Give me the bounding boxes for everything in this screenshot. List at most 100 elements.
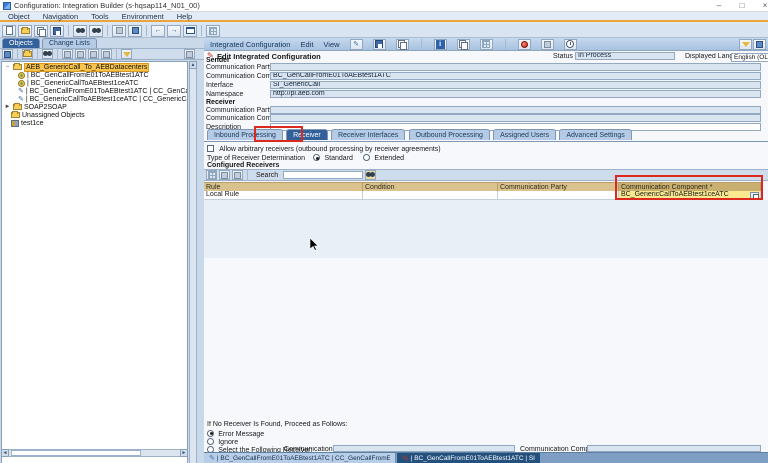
menu-item-environment[interactable]: Environment [122,12,164,21]
receiver-party-field[interactable] [270,106,761,114]
delete-row-button[interactable] [219,170,230,180]
cell-party[interactable] [498,191,619,200]
worklist-button[interactable] [206,25,220,37]
menu-item-view[interactable]: View [323,40,339,49]
menu-item-navigation[interactable]: Navigation [43,12,78,21]
find-button[interactable] [42,49,53,59]
sidebar-vscrollbar[interactable] [189,61,197,463]
sort-desc-button[interactable] [75,49,86,59]
menu-item-tools[interactable]: Tools [91,12,109,21]
scroll-right-button[interactable]: ► [180,449,188,457]
collapse-all-button[interactable] [101,49,112,59]
details-button[interactable]: i [434,39,447,50]
where-used-button[interactable] [480,39,493,50]
tree-folder[interactable]: Unassigned Objects [11,111,85,119]
check-button[interactable] [112,25,126,37]
save-object-button[interactable] [50,25,64,37]
cell-rule[interactable]: Local Rule [204,191,363,200]
activate-button[interactable] [128,25,142,37]
search-button[interactable] [73,25,87,37]
tree-item[interactable]: | BC_GenCallFromE01ToAEBtest1ATC [18,71,149,79]
panel-options-button[interactable] [184,49,195,59]
sort-asc-button[interactable] [62,49,73,59]
tree-item-label[interactable]: | BC_GenCallFromE01ToAEBtest1ATC | CC_Ge… [26,88,188,95]
tab-change-lists[interactable]: Change Lists [42,38,97,48]
sender-interface-field[interactable]: SI_GenericCall [270,81,761,89]
standard-radio[interactable] [313,154,320,161]
tree-root-row[interactable]: − AEB_GenericCall_To_AEBDatacenters [4,63,149,71]
copy-button[interactable] [396,39,409,50]
extended-radio[interactable] [363,154,370,161]
tree-item-label[interactable]: | BC_GenericCallToAEBtest1ceATC [27,80,138,87]
new-object-button[interactable] [2,25,16,37]
scroll-thumb[interactable] [11,450,141,456]
status-button[interactable] [518,39,531,50]
allow-arbitrary-checkbox[interactable] [207,145,214,152]
sender-party-field[interactable] [270,63,761,71]
tree-item[interactable]: ✎ | BC_GenCallFromE01ToAEBtest1ATC | CC_… [18,87,188,95]
navigate-back-button[interactable]: ← [151,25,165,37]
cell-component[interactable]: BC_GenericCallToAEBtest1ceATC [619,191,761,200]
save-button[interactable] [373,39,386,50]
menu-item-object[interactable]: Object [8,12,30,21]
scroll-left-button[interactable]: ◄ [1,449,9,457]
copy-object-button[interactable] [34,25,48,37]
column-header-component[interactable]: Communication Component * [619,182,761,191]
menu-item-edit[interactable]: Edit [300,40,313,49]
navigate-forward-button[interactable]: → [167,25,181,37]
tab-receiver[interactable]: Receiver [286,129,328,140]
search-input[interactable] [283,171,363,179]
language-select[interactable]: English (OL)▼ [731,53,768,62]
collapse-icon[interactable]: − [4,64,11,70]
search-go-button[interactable] [365,170,376,180]
tab-advanced-settings[interactable]: Advanced Settings [559,129,631,140]
column-header-condition[interactable]: Condition [363,182,498,191]
filter-button[interactable] [121,49,132,59]
copy-row-button[interactable] [232,170,243,180]
cell-condition[interactable] [363,191,498,200]
history-button[interactable] [564,39,577,50]
close-panel-button[interactable] [753,39,766,50]
insert-row-button[interactable] [206,170,217,180]
tree-view-menu-button[interactable] [2,49,13,59]
tree-item-label[interactable]: | BC_GenericCallToAEBtest1ceATC | CC_Gen… [26,96,188,103]
tree-folder-label[interactable]: Unassigned Objects [22,112,85,119]
new-window-button[interactable] [183,25,197,37]
taskbar-tab-integrated-configuration[interactable]: ✎ | BC_GenCallFromE01ToAEBtest1ATC | SI_… [397,453,540,463]
sidebar-hscrollbar[interactable] [1,449,188,457]
tab-inbound-processing[interactable]: Inbound Processing [207,129,283,140]
menu-item-integrated-configuration[interactable]: Integrated Configuration [210,40,290,49]
compare-button[interactable] [457,39,470,50]
column-header-party[interactable]: Communication Party [498,182,619,191]
personalize-button[interactable] [739,39,752,50]
new-folder-button[interactable] [22,49,33,59]
tree-folder-label[interactable]: SOAP2SOAP [24,104,67,111]
tab-objects[interactable]: Objects [2,38,40,48]
tab-assigned-users[interactable]: Assigned Users [493,129,556,140]
tree-item[interactable]: | BC_GenericCallToAEBtest1ceATC [18,79,138,87]
scroll-up-button[interactable]: ▲ [189,61,197,69]
footer-component-field[interactable] [587,445,761,452]
tree-item-label[interactable]: test1ce [21,120,44,127]
maximize-button[interactable]: □ [733,0,751,11]
column-header-rule[interactable]: Rule [204,182,363,191]
expand-icon[interactable]: ► [4,104,11,110]
tab-receiver-interfaces[interactable]: Receiver Interfaces [331,129,405,140]
menu-item-help[interactable]: Help [177,12,192,21]
value-help-button[interactable] [750,192,759,199]
tree-item[interactable]: test1ce [11,119,44,127]
receiver-component-field[interactable] [270,114,761,122]
expand-all-button[interactable] [88,49,99,59]
tree-item-label[interactable]: | BC_GenCallFromE01ToAEBtest1ATC [27,72,149,79]
search-next-button[interactable] [89,25,103,37]
footer-party-field[interactable] [333,445,515,452]
edit-mode-button[interactable]: ✎ [350,39,363,50]
open-object-button[interactable] [18,25,32,37]
sender-namespace-field[interactable]: http://pi.aeb.com [270,90,761,98]
tab-outbound-processing[interactable]: Outbound Processing [409,129,490,140]
tree-item[interactable]: ✎ | BC_GenericCallToAEBtest1ceATC | CC_G… [18,95,188,103]
tree-folder[interactable]: ► SOAP2SOAP [4,103,67,111]
display-list-button[interactable] [541,39,554,50]
minimize-button[interactable]: – [710,0,728,11]
close-button[interactable]: × [756,0,768,11]
